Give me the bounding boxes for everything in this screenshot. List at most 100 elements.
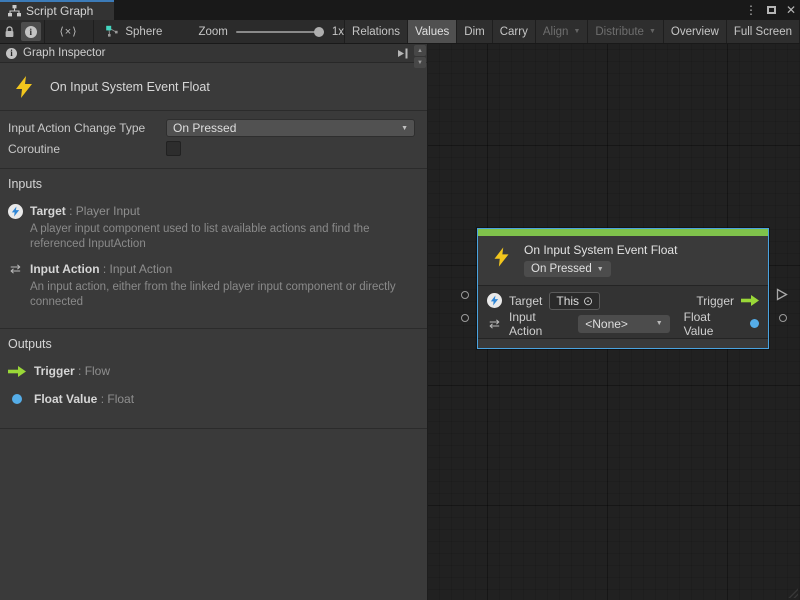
event-bolt-icon: [491, 245, 512, 269]
change-type-label: Input Action Change Type: [8, 121, 166, 135]
zoom-slider[interactable]: [236, 31, 324, 33]
node-body: Target This ⊙ Trigger ⇄ Input Action: [478, 286, 768, 338]
button-label: Dim: [464, 26, 484, 38]
button-label: Carry: [500, 26, 528, 38]
inspected-node-header: On Input System Event Float: [0, 63, 427, 111]
overview-button[interactable]: Overview: [663, 20, 726, 43]
node-settings: Input Action Change Type On Pressed ▼ Co…: [0, 111, 427, 169]
inspector-toggle-button[interactable]: i: [21, 22, 41, 41]
distribute-button[interactable]: Distribute ▼: [587, 20, 663, 43]
flow-arrow-icon: [8, 366, 26, 377]
button-label: Distribute: [595, 26, 644, 38]
coroutine-label: Coroutine: [8, 142, 166, 156]
graph-inspector-title: Graph Inspector: [23, 47, 105, 59]
float-value-port-label: Float Value: [684, 310, 743, 338]
port-type: : Float: [97, 392, 134, 406]
flow-arrow-icon: [741, 295, 759, 306]
code-preview-button[interactable]: ⟨×⟩: [46, 20, 90, 43]
dim-button[interactable]: Dim: [456, 20, 491, 43]
button-label: Relations: [352, 26, 400, 38]
player-input-icon: [487, 293, 502, 308]
change-type-dropdown[interactable]: On Pressed ▼: [166, 119, 415, 137]
button-label: Full Screen: [734, 26, 792, 38]
zoom-label: Zoom: [198, 26, 227, 38]
on-input-system-event-float-node[interactable]: On Input System Event Float On Pressed ▼…: [477, 228, 769, 349]
window-menu-icon[interactable]: ⋮: [745, 3, 757, 17]
graph-inspector-header: i Graph Inspector ▲ ▼: [0, 44, 427, 63]
target-object-value: This: [556, 294, 579, 308]
input-doc-target: Target : Player Input A player input com…: [8, 202, 415, 251]
port-description: A player input component used to list av…: [30, 222, 415, 251]
dock-panel-icon[interactable]: [396, 47, 409, 60]
outputs-section: Outputs Trigger : Flow Float Value : Flo…: [0, 329, 427, 429]
graph-breadcrumb[interactable]: Sphere: [95, 20, 172, 43]
zoom-value: 1x: [332, 26, 344, 38]
port-type: : Input Action: [100, 262, 173, 276]
node-title: On Input System Event Float: [524, 243, 677, 257]
float-port-icon: [12, 394, 22, 404]
node-mode-dropdown[interactable]: On Pressed ▼: [524, 261, 611, 277]
maximize-icon[interactable]: [767, 6, 776, 14]
change-type-value: On Pressed: [173, 121, 236, 135]
tab-bar: Script Graph ⋮ ✕: [0, 0, 800, 20]
inspected-node-title: On Input System Event Float: [50, 80, 210, 94]
align-button[interactable]: Align▼: [535, 20, 588, 43]
button-label: Overview: [671, 26, 719, 38]
change-type-row: Input Action Change Type On Pressed ▼: [8, 118, 415, 138]
graph-toolbar: i ⟨×⟩ Sphere Zoom 1x Relations Values Di…: [0, 20, 800, 44]
object-picker-icon[interactable]: ⊙: [583, 294, 593, 308]
port-name: Trigger: [34, 364, 75, 378]
port-name: Float Value: [34, 392, 97, 406]
toolbar-separator: [93, 20, 94, 43]
lock-button[interactable]: [0, 20, 20, 43]
node-event-color-strip: [478, 229, 768, 236]
float-value-output-port[interactable]: [779, 314, 787, 322]
carry-button[interactable]: Carry: [492, 20, 535, 43]
output-doc-trigger: Trigger : Flow: [8, 362, 415, 380]
inputs-header: Inputs: [8, 177, 415, 191]
coroutine-checkbox[interactable]: [166, 141, 181, 156]
port-name: Target: [30, 204, 66, 218]
button-label: Values: [415, 26, 449, 38]
target-port-label: Target: [509, 294, 542, 308]
info-icon: i: [25, 26, 37, 38]
chevron-down-icon: ▼: [649, 28, 656, 35]
tab-label: Script Graph: [26, 4, 93, 18]
input-action-input-port[interactable]: [461, 314, 469, 322]
target-input-port[interactable]: [461, 291, 469, 299]
relations-button[interactable]: Relations: [344, 20, 407, 43]
coroutine-row: Coroutine: [8, 140, 415, 157]
inputs-section: Inputs Target : Player Input A player in…: [0, 169, 427, 329]
zoom-slider-handle[interactable]: [314, 27, 324, 37]
graph-inspector-panel: i Graph Inspector ▲ ▼ On Input System Ev…: [0, 44, 428, 600]
breadcrumb-graph-name: Sphere: [125, 26, 162, 38]
values-button[interactable]: Values: [407, 20, 456, 43]
graph-canvas[interactable]: On Input System Event Float On Pressed ▼…: [428, 44, 800, 600]
resize-grip[interactable]: [788, 588, 798, 598]
full-screen-button[interactable]: Full Screen: [726, 20, 800, 43]
close-icon[interactable]: ✕: [786, 3, 796, 17]
zoom-control: Zoom 1x: [198, 20, 344, 43]
trigger-output-port[interactable]: [776, 288, 788, 301]
toolbar-separator: [44, 20, 45, 43]
input-action-icon: ⇄: [487, 316, 502, 332]
port-type: : Player Input: [66, 204, 140, 218]
target-object-field[interactable]: This ⊙: [549, 292, 600, 310]
input-action-icon: ⇄: [8, 261, 23, 277]
chevron-down-icon: ▼: [401, 125, 408, 132]
node-header[interactable]: On Input System Event Float On Pressed ▼: [478, 236, 768, 286]
inspector-scrollbar: ▲ ▼: [413, 44, 427, 70]
player-input-icon: [8, 204, 23, 219]
input-action-dropdown[interactable]: <None> ▼: [578, 315, 669, 333]
scroll-down-button[interactable]: ▼: [414, 57, 426, 68]
scroll-up-button[interactable]: ▲: [414, 45, 426, 56]
port-type: : Flow: [75, 364, 110, 378]
window-controls: ⋮ ✕: [745, 0, 796, 20]
tab-script-graph[interactable]: Script Graph: [0, 0, 114, 20]
input-doc-input-action: ⇄ Input Action : Input Action An input a…: [8, 260, 415, 309]
node-footer: [478, 338, 768, 348]
port-description: An input action, either from the linked …: [30, 280, 415, 309]
node-row-inputaction-float: ⇄ Input Action <None> ▼ Float Value: [478, 312, 768, 335]
input-action-port-label: Input Action: [509, 310, 571, 338]
chevron-down-icon: ▼: [656, 320, 663, 327]
